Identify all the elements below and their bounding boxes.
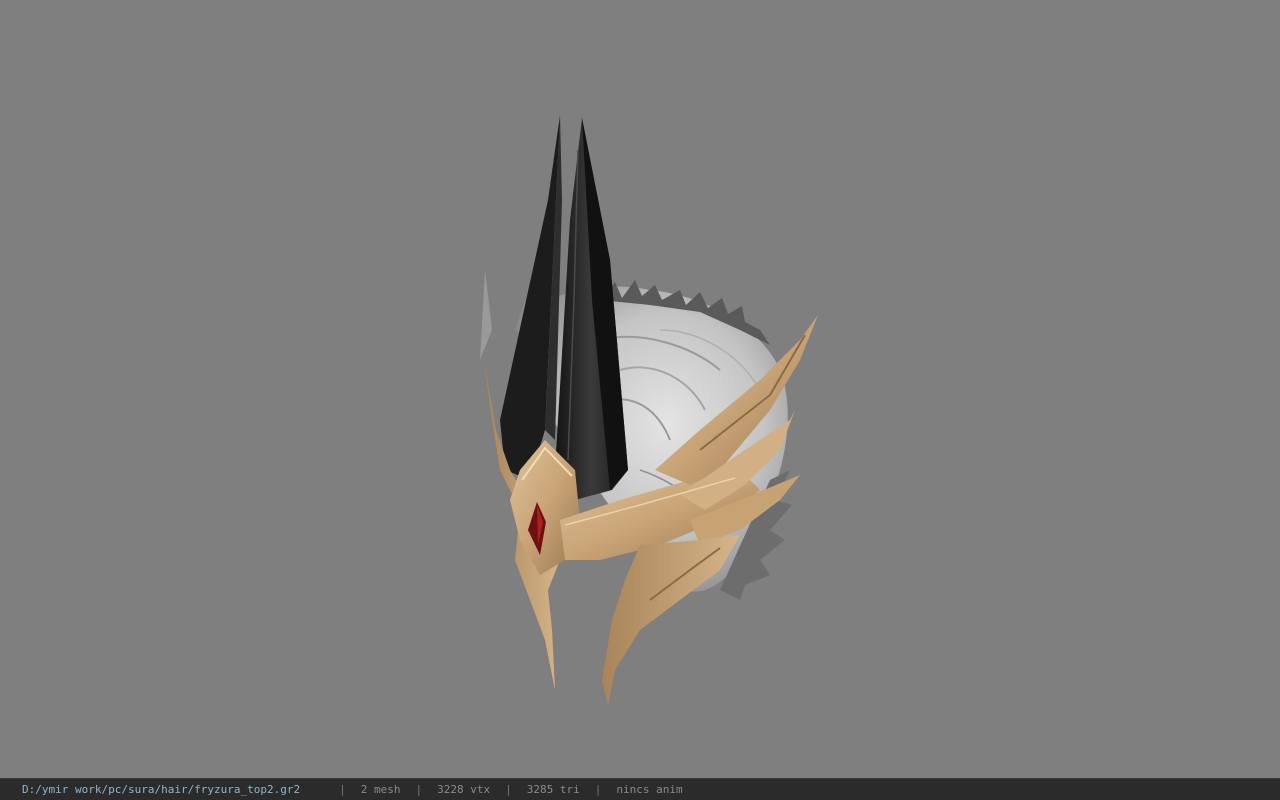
model-viewport[interactable] xyxy=(0,0,1280,778)
status-bar: D:/ymir work/pc/sura/hair/fryzura_top2.g… xyxy=(0,778,1280,800)
file-path: D:/ymir work/pc/sura/hair/fryzura_top2.g… xyxy=(22,783,301,796)
vertex-count: 3228 vtx xyxy=(437,783,491,796)
separator: | xyxy=(339,783,346,796)
separator: | xyxy=(594,783,602,796)
animation-status: nincs anim xyxy=(616,783,683,796)
triangle-count: 3285 tri xyxy=(526,783,580,796)
helmet-model xyxy=(480,115,818,705)
separator: | xyxy=(415,783,423,796)
separator: | xyxy=(505,783,512,796)
mesh-count: 2 mesh xyxy=(360,783,401,796)
